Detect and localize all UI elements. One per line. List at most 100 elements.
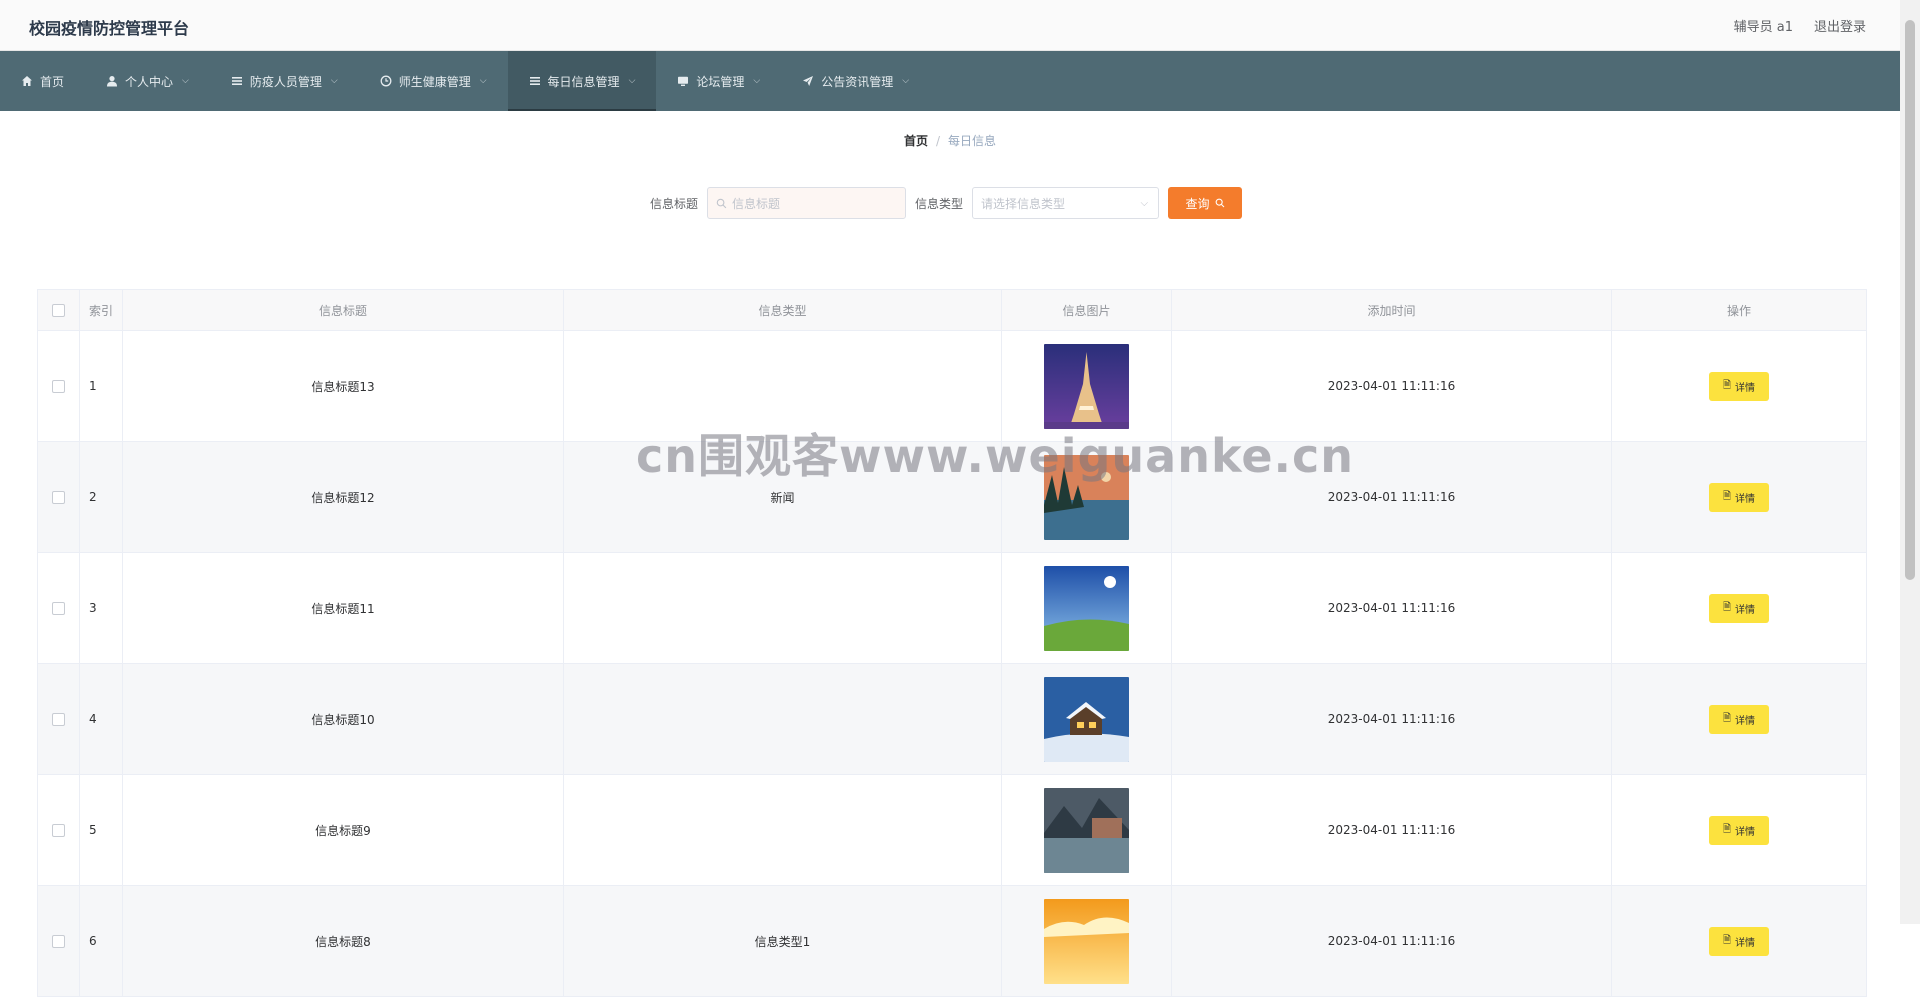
query-button[interactable]: 查询 — [1168, 187, 1243, 219]
chevron-down-icon: ⌵ — [182, 76, 189, 86]
detail-button[interactable]: 🗎 详情 — [1709, 593, 1769, 623]
row-type — [563, 663, 1002, 775]
row-title: 信息标题13 — [122, 330, 564, 442]
user-area: 辅导员 a1 退出登录 — [1734, 16, 1866, 35]
row-time: 2023-04-01 11:11:16 — [1171, 552, 1612, 664]
mountain-village-thumbnail — [1044, 787, 1129, 873]
title-search-placeholder: 信息标题 — [732, 196, 781, 211]
chevron-down-icon: ⌵ — [902, 76, 910, 86]
row-type — [563, 774, 1002, 886]
select-all-checkbox[interactable] — [52, 304, 65, 317]
column-header-time: 添加时间 — [1171, 289, 1612, 331]
nav-label: 每日信息管理 — [547, 74, 620, 89]
title-filter-label: 信息标题 — [650, 196, 699, 211]
monitor-icon — [678, 76, 689, 86]
nav-item-daily-info[interactable]: 每日信息管理 ⌵ — [507, 51, 657, 111]
detail-button[interactable]: 🗎 详情 — [1709, 926, 1769, 956]
row-type: 信息类型1 — [563, 885, 1002, 997]
search-icon — [716, 198, 727, 208]
row-type: 新闻 — [563, 441, 1002, 553]
nav-item-announcements[interactable]: 公告资讯管理 ⌵ — [781, 51, 930, 111]
row-image-cell — [1001, 330, 1172, 442]
page-scrollbar[interactable] — [1900, 0, 1920, 924]
row-image-cell — [1001, 663, 1172, 775]
row-checkbox[interactable] — [52, 602, 65, 615]
row-title: 信息标题10 — [122, 663, 564, 775]
type-select-placeholder: 请选择信息类型 — [981, 196, 1066, 211]
table-row: 2 信息标题12 新闻 2023-04-01 11:11:16 🗎 详情 — [37, 441, 1867, 553]
row-select-cell — [37, 885, 80, 997]
detail-button[interactable]: 🗎 详情 — [1709, 815, 1769, 845]
row-select-cell — [37, 552, 80, 664]
detail-button[interactable]: 🗎 详情 — [1709, 371, 1769, 401]
row-title: 信息标题8 — [122, 885, 564, 997]
lake-sunset-thumbnail — [1044, 454, 1129, 540]
row-index: 2 — [79, 441, 123, 553]
home-icon — [22, 76, 32, 86]
detail-button-label: 详情 — [1735, 493, 1756, 505]
row-image-cell — [1001, 441, 1172, 553]
detail-button[interactable]: 🗎 详情 — [1709, 704, 1769, 734]
row-actions: 🗎 详情 — [1611, 774, 1867, 886]
row-index: 4 — [79, 663, 123, 775]
query-button-label: 查询 — [1185, 196, 1210, 211]
search-form: 信息标题 信息标题 信息类型 请选择信息类型 ⌵ 查询 — [650, 187, 1243, 219]
row-index: 6 — [79, 885, 123, 997]
top-header: 校园疫情防控管理平台 辅导员 a1 退出登录 — [0, 0, 1900, 51]
row-image-cell — [1001, 552, 1172, 664]
nav-item-personal[interactable]: 个人中心 ⌵ — [85, 51, 210, 111]
golden-sunset-thumbnail — [1044, 898, 1129, 984]
select-all-cell — [37, 289, 80, 331]
row-checkbox[interactable] — [52, 380, 65, 393]
chevron-down-icon: ⌵ — [1140, 197, 1149, 209]
column-header-actions: 操作 — [1611, 289, 1867, 331]
table-row: 3 信息标题11 2023-04-01 11:11:16 🗎 详情 — [37, 552, 1867, 664]
breadcrumb-separator: / — [935, 134, 941, 148]
row-index: 3 — [79, 552, 123, 664]
column-header-index: 索引 — [79, 289, 123, 331]
row-checkbox[interactable] — [52, 935, 65, 948]
main-nav: 首页 个人中心 ⌵ 防疫人员管理 ⌵ 师生健康管理 ⌵ 每日信息管理 ⌵ 论坛管… — [0, 51, 1900, 111]
detail-button[interactable]: 🗎 详情 — [1709, 482, 1769, 512]
breadcrumb-home[interactable]: 首页 — [904, 134, 928, 148]
current-user[interactable]: 辅导员 a1 — [1734, 16, 1793, 35]
nav-label: 师生健康管理 — [398, 74, 471, 89]
nav-item-health[interactable]: 师生健康管理 ⌵ — [359, 51, 508, 111]
nav-item-home[interactable]: 首页 — [0, 51, 85, 111]
row-actions: 🗎 详情 — [1611, 885, 1867, 997]
row-index: 5 — [79, 774, 123, 886]
table-row: 6 信息标题8 信息类型1 2023-04-01 11:11:16 🗎 详情 — [37, 885, 1867, 997]
row-checkbox[interactable] — [52, 824, 65, 837]
column-header-type: 信息类型 — [563, 289, 1002, 331]
nav-item-epidemic-staff[interactable]: 防疫人员管理 ⌵ — [210, 51, 359, 111]
row-time: 2023-04-01 11:11:16 — [1171, 774, 1612, 886]
chevron-down-icon: ⌵ — [479, 76, 487, 86]
detail-button-label: 详情 — [1735, 715, 1756, 727]
logout-link[interactable]: 退出登录 — [1814, 16, 1866, 35]
chevron-down-icon: ⌵ — [628, 76, 636, 86]
row-select-cell — [37, 663, 80, 775]
title-search-input[interactable]: 信息标题 — [707, 187, 907, 219]
table-row: 5 信息标题9 2023-04-01 11:11:16 🗎 详情 — [37, 774, 1867, 886]
document-icon: 🗎 — [1722, 712, 1732, 724]
row-actions: 🗎 详情 — [1611, 663, 1867, 775]
scrollbar-thumb[interactable] — [1905, 20, 1915, 580]
detail-button-label: 详情 — [1735, 826, 1756, 838]
document-icon: 🗎 — [1722, 934, 1732, 946]
user-icon — [107, 76, 118, 87]
app-title: 校园疫情防控管理平台 — [29, 19, 190, 38]
chevron-down-icon: ⌵ — [753, 76, 761, 86]
nav-label: 公告资讯管理 — [821, 74, 894, 89]
row-checkbox[interactable] — [52, 713, 65, 726]
row-type — [563, 552, 1002, 664]
row-checkbox[interactable] — [52, 491, 65, 504]
type-select[interactable]: 请选择信息类型 ⌵ — [972, 187, 1160, 219]
clock-icon — [380, 75, 392, 87]
row-title: 信息标题9 — [122, 774, 564, 886]
row-time: 2023-04-01 11:11:16 — [1171, 663, 1612, 775]
breadcrumb: 首页 / 每日信息 — [0, 132, 1900, 149]
nav-item-forum[interactable]: 论坛管理 ⌵ — [656, 51, 781, 111]
sunny-meadow-thumbnail — [1044, 565, 1129, 651]
row-index: 1 — [79, 330, 123, 442]
document-icon: 🗎 — [1722, 823, 1732, 835]
